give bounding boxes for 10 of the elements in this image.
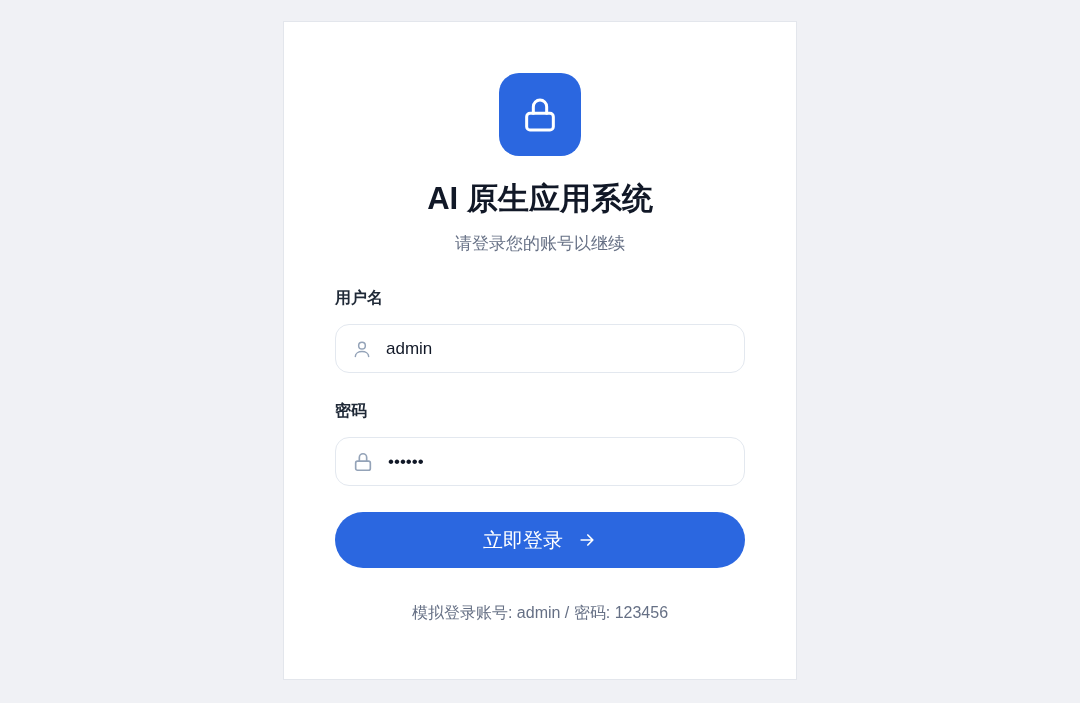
field-label: 用户名 [335,288,384,309]
password-field[interactable]: •••••• [335,437,745,487]
login-button[interactable]: 立即登录 [335,512,745,569]
username-field[interactable]: admin [335,324,745,374]
field-label: 密码 [335,401,368,422]
subtitle: 请登录您的账号以继续 [455,232,625,255]
app-title: AI 原生应用系统 [427,180,653,218]
lock-icon [352,450,374,473]
demo-credentials-hint: 模拟登录账号: admin / 密码: 123456 [411,603,669,624]
app-logo-icon [499,73,581,156]
